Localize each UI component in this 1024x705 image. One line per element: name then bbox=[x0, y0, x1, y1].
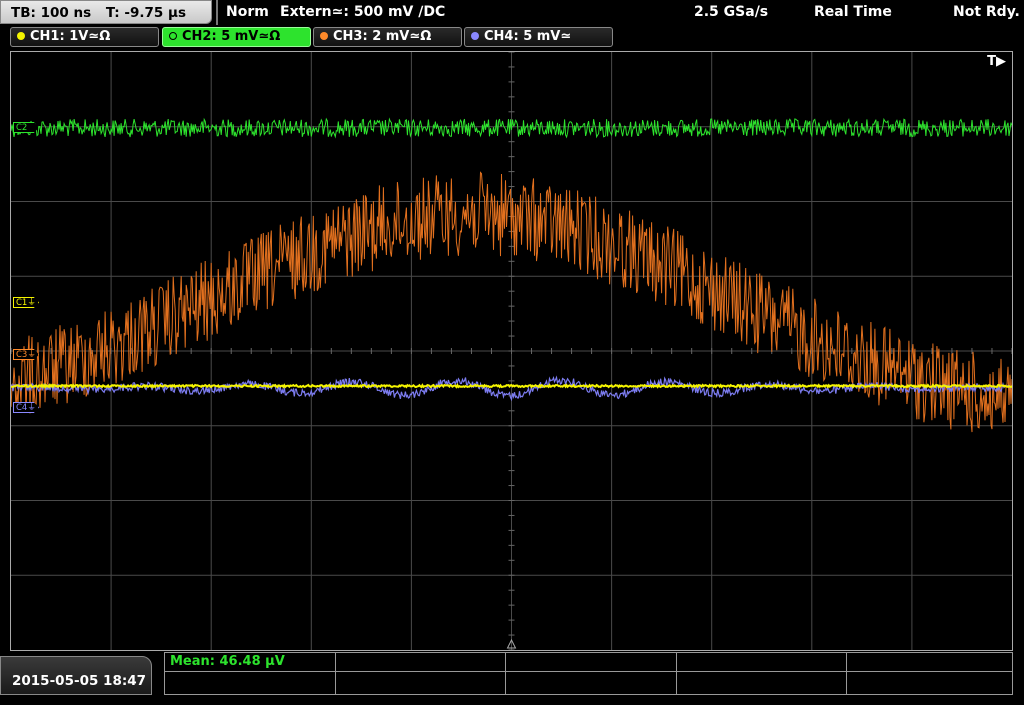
trigger-time-label: T: -9.75 µs bbox=[105, 5, 186, 21]
channel-2-level-marker[interactable]: C2 bbox=[13, 122, 39, 133]
channel-2-dot-icon bbox=[169, 31, 177, 40]
acquisition-mode-label[interactable]: Real Time bbox=[814, 0, 892, 24]
mean-measurement: Mean: 46.48 µV bbox=[170, 654, 285, 669]
channel-3-button[interactable]: CH3: 2 mV≃Ω bbox=[313, 27, 462, 47]
channel-3-label: CH3: 2 mV≃Ω bbox=[333, 29, 432, 44]
channel-bar: CH1: 1V≃Ω CH2: 5 mV≃Ω CH3: 2 mV≃Ω CH4: 5… bbox=[0, 27, 1024, 49]
trigger-mode-label[interactable]: Norm bbox=[226, 0, 269, 24]
channel-4-button[interactable]: CH4: 5 mV≃ bbox=[464, 27, 613, 47]
channel-4-dot-icon bbox=[471, 31, 479, 40]
channel-1-dot-icon bbox=[17, 31, 25, 40]
channel-3-level-marker[interactable]: C3⏚ bbox=[13, 349, 39, 360]
timebase-label: TB: 100 ns bbox=[11, 5, 92, 21]
channel-1-level-marker[interactable]: C1⏚ bbox=[13, 297, 39, 308]
channel-3-dot-icon bbox=[320, 31, 328, 40]
measurement-panel[interactable]: Mean: 46.48 µV bbox=[164, 652, 1013, 695]
measurement-col-divider bbox=[846, 653, 847, 694]
trigger-position-icon: T▶ bbox=[987, 54, 1006, 69]
top-status-bar: TB: 100 ns T: -9.75 µs Norm Extern≃: 500… bbox=[0, 0, 1024, 26]
timestamp-box: 2015-05-05 18:47 bbox=[0, 656, 152, 695]
run-state-label: Not Rdy. bbox=[953, 4, 1020, 20]
channel-2-label: CH2: 5 mV≃Ω bbox=[182, 29, 281, 44]
measurement-col-divider bbox=[676, 653, 677, 694]
channel-4-level-marker[interactable]: C4⏚ bbox=[13, 402, 39, 413]
bottom-bar: 2015-05-05 18:47 Mean: 46.48 µV bbox=[0, 652, 1024, 695]
measurement-col-divider bbox=[335, 653, 336, 694]
channel-1-label: CH1: 1V≃Ω bbox=[30, 29, 111, 44]
timebase-box[interactable]: TB: 100 ns T: -9.75 µs bbox=[0, 0, 212, 24]
divider bbox=[216, 0, 218, 25]
channel-1-button[interactable]: CH1: 1V≃Ω bbox=[10, 27, 159, 47]
sample-rate-label[interactable]: 2.5 GSa/s bbox=[694, 0, 768, 24]
channel-4-label: CH4: 5 mV≃ bbox=[484, 29, 572, 44]
waveform-canvas bbox=[11, 52, 1012, 650]
channel-2-button[interactable]: CH2: 5 mV≃Ω bbox=[162, 27, 311, 47]
waveform-display[interactable]: T▶ C2 C1⏚ C3⏚ C4⏚ bbox=[10, 51, 1013, 651]
trigger-source-label[interactable]: Extern≃: 500 mV ∕DC bbox=[280, 0, 445, 24]
measurement-row-divider bbox=[165, 671, 1012, 672]
measurement-col-divider bbox=[505, 653, 506, 694]
